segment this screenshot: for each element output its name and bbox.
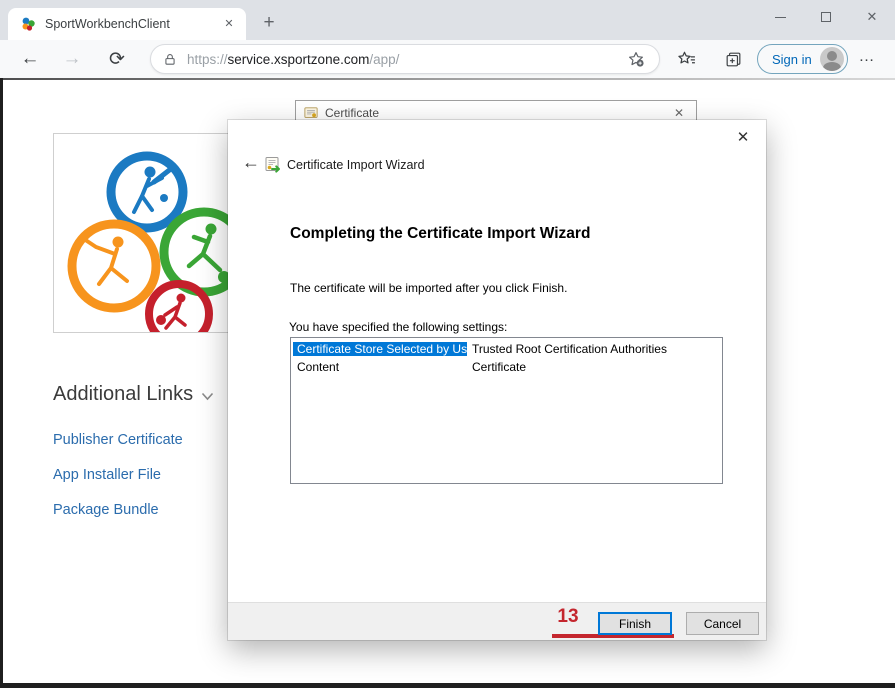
setting-name-content[interactable]: Content	[293, 360, 467, 374]
url-scheme: https://	[187, 52, 228, 67]
additional-links-section: Additional Links Publisher Certificate A…	[53, 383, 214, 406]
additional-links-label: Additional Links	[53, 383, 193, 406]
settings-row-store[interactable]: Certificate Store Selected by User Trust…	[293, 340, 722, 358]
minimize-icon	[775, 17, 786, 18]
window-close-icon: ✕	[867, 9, 878, 25]
browser-tab[interactable]: SportWorkbenchClient ✕	[8, 8, 246, 40]
add-favorite-button[interactable]	[621, 44, 651, 74]
wizard-description: The certificate will be imported after y…	[290, 281, 567, 295]
finish-button[interactable]: Finish	[598, 612, 672, 635]
wizard-title: Certificate Import Wizard	[287, 158, 425, 172]
maximize-icon	[821, 12, 831, 22]
star-add-icon	[627, 50, 645, 68]
certificate-dialog-close-icon[interactable]: ✕	[674, 106, 688, 120]
window-edge-top	[0, 78, 895, 80]
profile-avatar	[820, 47, 844, 71]
window-edge-bottom	[0, 683, 895, 688]
tab-close-icon[interactable]: ✕	[220, 15, 238, 33]
settings-listbox[interactable]: Certificate Store Selected by User Trust…	[290, 337, 723, 484]
avatar-body	[823, 62, 841, 71]
browser-toolbar: ← → ⟳ https://service.xsportzone.com/app…	[0, 40, 895, 78]
certificate-dialog-title: Certificate	[325, 106, 674, 120]
chevron-down-icon	[201, 392, 214, 401]
page-content: Additional Links Publisher Certificate A…	[0, 78, 895, 688]
certificate-icon	[304, 106, 318, 120]
site-favicon-icon	[20, 16, 36, 32]
window-close-button[interactable]: ✕	[849, 0, 895, 34]
setting-value-content: Certificate	[467, 360, 531, 374]
link-publisher-certificate[interactable]: Publisher Certificate	[53, 432, 183, 448]
link-app-installer-file[interactable]: App Installer File	[53, 467, 161, 483]
settings-row-content[interactable]: Content Certificate	[293, 358, 722, 376]
wizard-heading: Completing the Certificate Import Wizard	[290, 225, 590, 243]
additional-links-heading[interactable]: Additional Links	[53, 383, 214, 406]
sign-in-button[interactable]: Sign in	[757, 44, 848, 74]
back-button[interactable]: ←	[16, 45, 44, 73]
cancel-button[interactable]: Cancel	[686, 612, 759, 635]
annotation-step-number: 13	[550, 606, 586, 628]
collections-button[interactable]	[718, 44, 748, 74]
setting-value-store: Trusted Root Certification Authorities	[467, 342, 672, 356]
tab-strip: SportWorkbenchClient ✕ + ✕	[0, 0, 895, 40]
tab-title: SportWorkbenchClient	[45, 17, 220, 31]
window-edge-left	[0, 78, 3, 688]
url-path: /app/	[369, 52, 399, 67]
window-controls: ✕	[757, 0, 895, 34]
browser-menu-button[interactable]: …	[852, 45, 882, 73]
wizard-back-button[interactable]: ←	[239, 152, 263, 174]
sign-in-label: Sign in	[772, 52, 812, 67]
setting-name-store[interactable]: Certificate Store Selected by User	[293, 342, 467, 356]
wizard-close-button[interactable]: ✕	[730, 126, 756, 150]
address-bar[interactable]: https://service.xsportzone.com/app/	[150, 44, 660, 74]
avatar-head	[827, 51, 837, 61]
url-text: https://service.xsportzone.com/app/	[187, 52, 621, 67]
certificate-import-wizard-dialog: ✕ ← Certificate Import Wizard Completing…	[228, 120, 766, 640]
reload-button[interactable]: ⟳	[103, 45, 131, 73]
certificate-import-wizard-icon	[264, 156, 282, 174]
window-minimize-button[interactable]	[757, 0, 803, 34]
settings-caption: You have specified the following setting…	[289, 320, 507, 334]
new-tab-button[interactable]: +	[256, 11, 282, 37]
url-host: service.xsportzone.com	[228, 52, 370, 67]
sports-logo-image	[53, 133, 233, 333]
sports-rings-graphic	[54, 134, 232, 332]
favorites-star-icon	[677, 49, 697, 69]
browser-window: SportWorkbenchClient ✕ + ✕ ← → ⟳ https:/…	[0, 0, 895, 688]
collections-icon	[724, 50, 743, 69]
forward-button[interactable]: →	[58, 45, 86, 73]
lock-icon	[163, 52, 177, 67]
link-package-bundle[interactable]: Package Bundle	[53, 502, 159, 518]
wizard-footer: 13 Finish Cancel	[228, 602, 766, 640]
window-maximize-button[interactable]	[803, 0, 849, 34]
favorites-button[interactable]	[672, 44, 702, 74]
